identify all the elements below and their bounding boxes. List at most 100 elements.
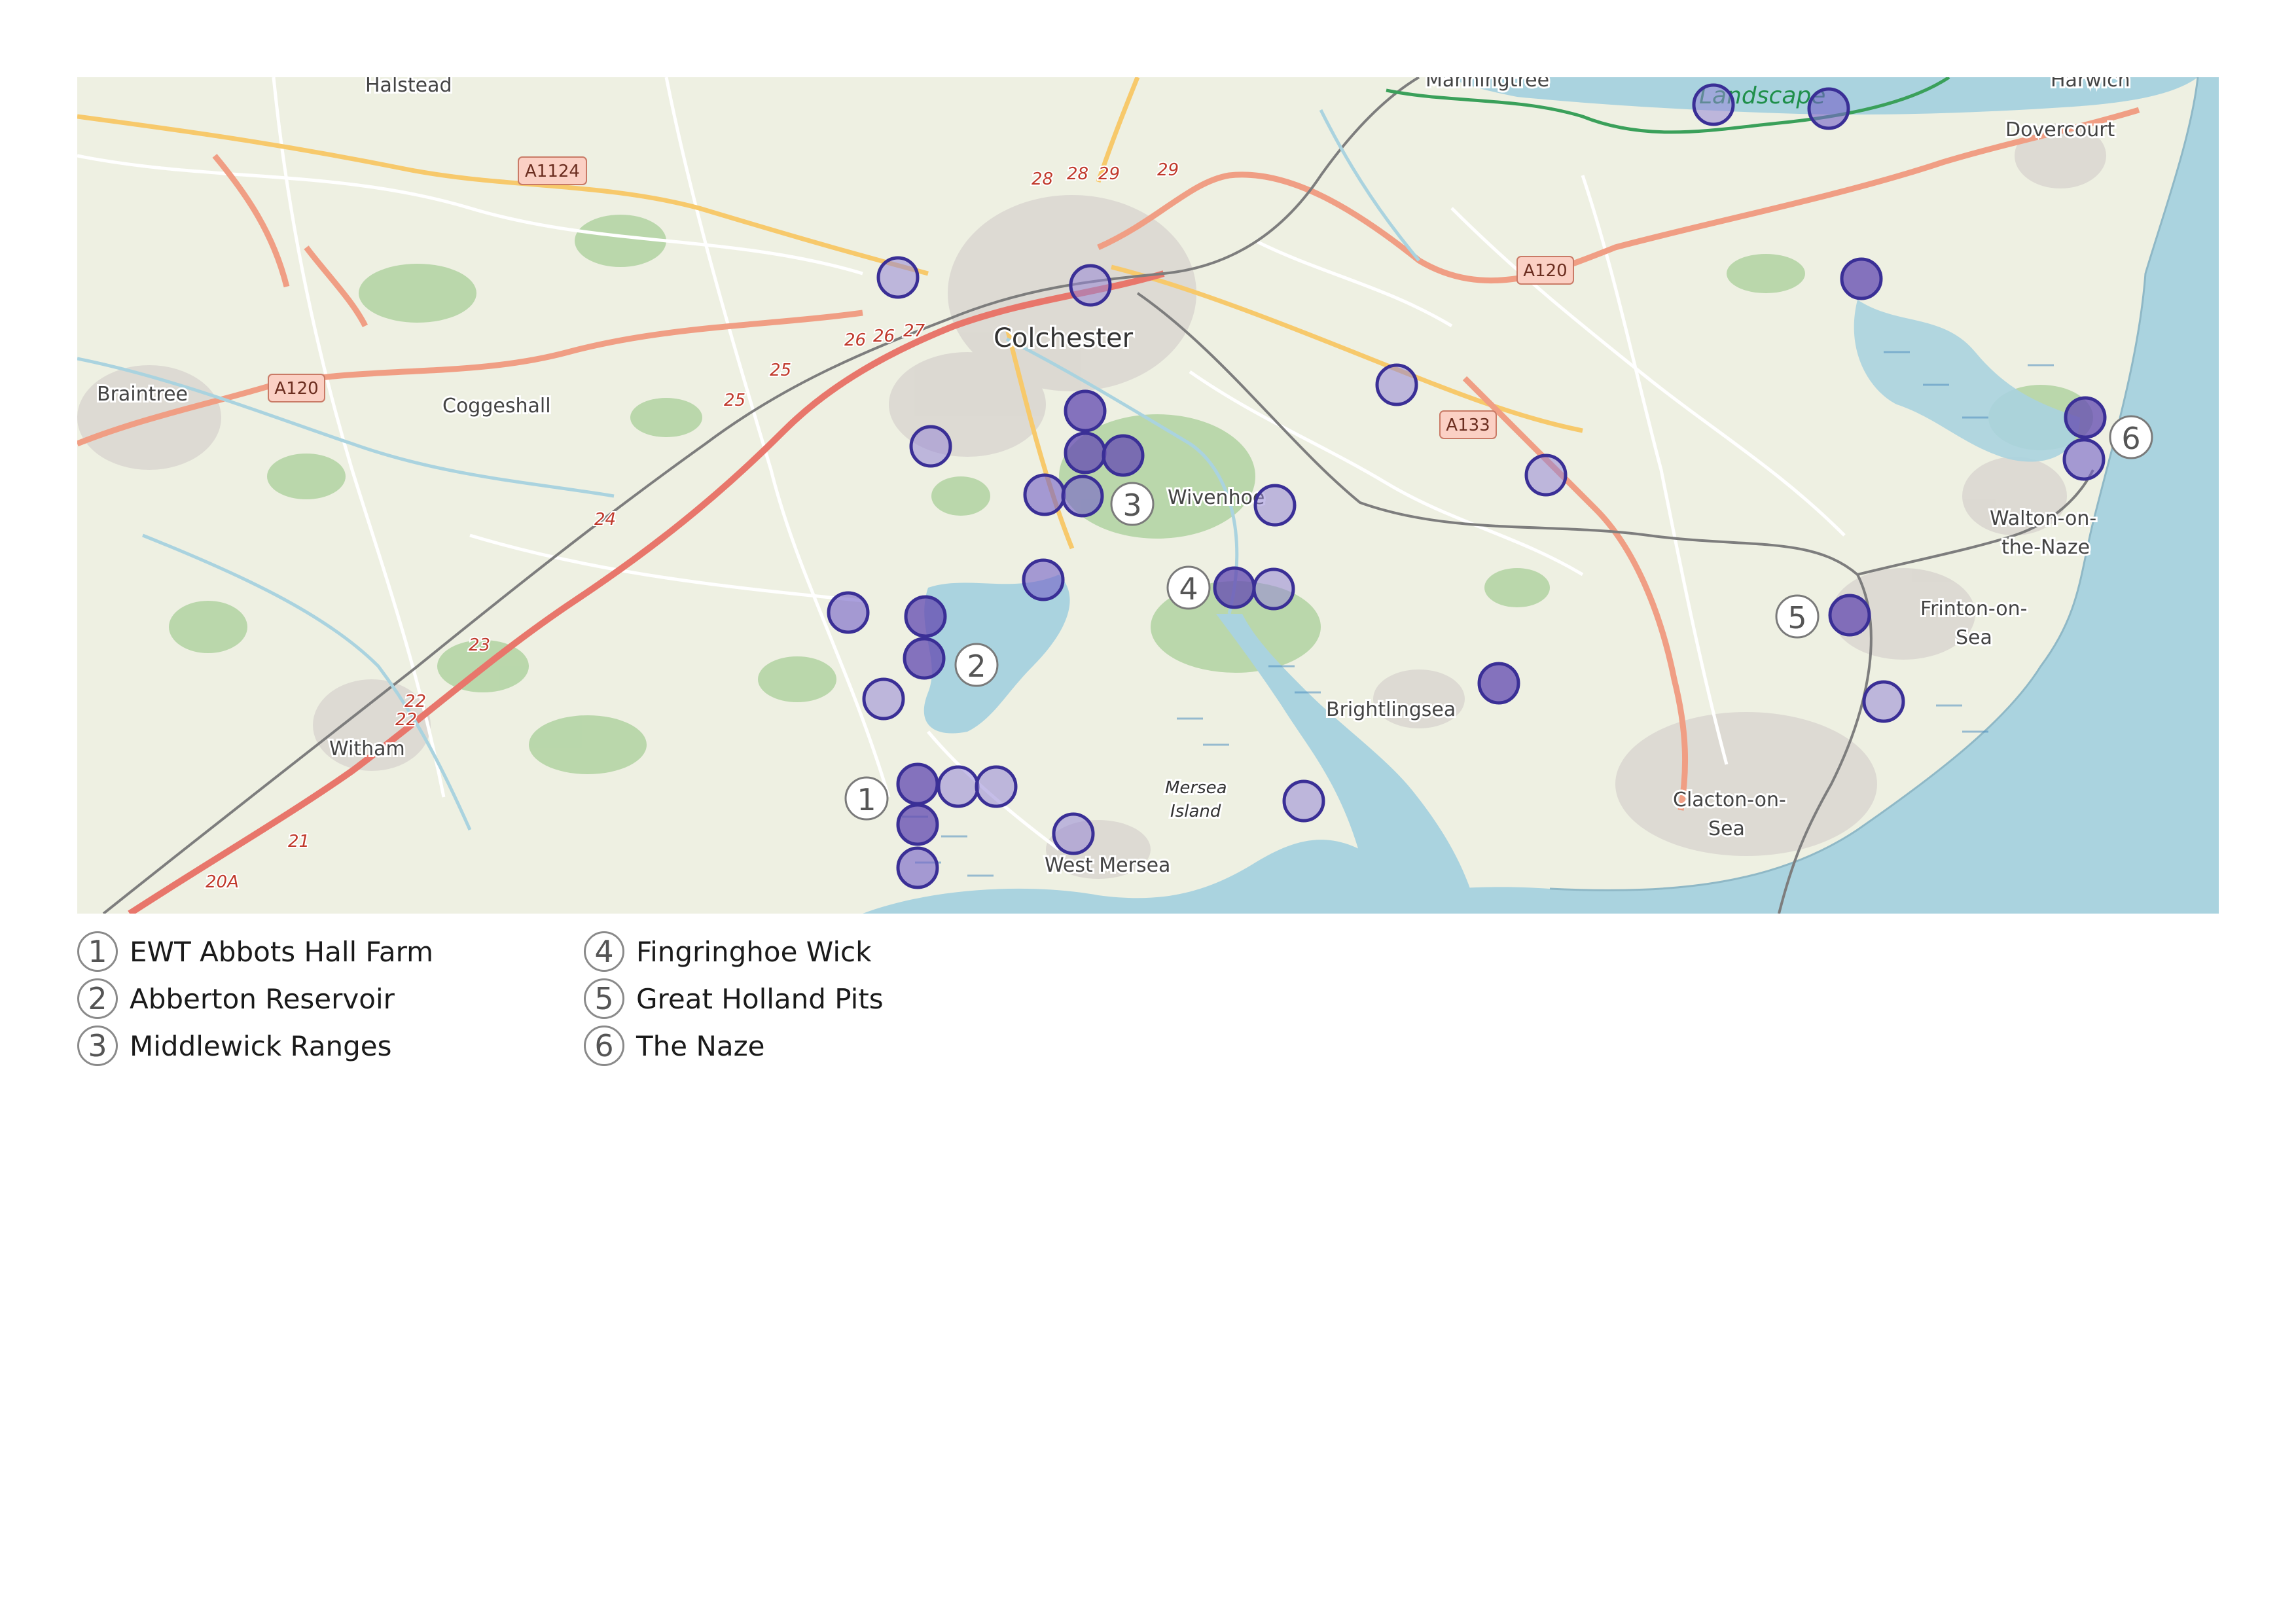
legend-item: 1 EWT Abbots Hall Farm <box>77 928 433 975</box>
legend-item: 5 Great Holland Pits <box>584 975 884 1022</box>
site-marker[interactable] <box>1375 363 1418 406</box>
site-marker[interactable] <box>1477 662 1520 705</box>
site-marker[interactable] <box>1061 474 1104 518</box>
junction-label: 27 <box>903 321 925 341</box>
site-marker[interactable] <box>1282 779 1325 823</box>
junction-label: 25 <box>724 391 745 410</box>
junction-label: 24 <box>594 510 616 529</box>
place-label-witham: Witham <box>329 738 405 760</box>
site-marker[interactable] <box>1524 454 1568 497</box>
legend-number: 4 <box>584 931 624 972</box>
place-label-frinton-sea: Sea <box>1956 626 1992 649</box>
junction-label: 23 <box>469 635 490 655</box>
legend-label: Great Holland Pits <box>636 982 884 1015</box>
place-label-west-mersea: West Mersea <box>1045 854 1170 877</box>
legend-column-left: 1 EWT Abbots Hall Farm 2 Abberton Reserv… <box>77 928 433 1069</box>
site-marker[interactable] <box>909 425 952 468</box>
road-shield-a1124: A1124 <box>518 156 587 185</box>
site-marker[interactable] <box>1052 812 1095 855</box>
svg-text:A1124: A1124 <box>525 162 580 181</box>
svg-text:5: 5 <box>1787 600 1806 635</box>
place-label-manningtree: Manningtree <box>1426 77 1549 92</box>
site-badge-4: 4 <box>1166 565 1211 610</box>
svg-text:A120: A120 <box>1523 261 1567 281</box>
legend-item: 3 Middlewick Ranges <box>77 1022 433 1069</box>
junction-label: 20A <box>206 872 239 892</box>
legend-item: 4 Fingringhoe Wick <box>584 928 884 975</box>
site-marker[interactable] <box>862 677 905 721</box>
junction-label: 28 <box>1031 169 1053 189</box>
site-marker[interactable] <box>1828 594 1871 637</box>
place-label-walton: Walton-on- <box>1990 507 2096 530</box>
legend-item: 2 Abberton Reservoir <box>77 975 433 1022</box>
legend-number: 1 <box>77 931 118 972</box>
junction-label: 21 <box>288 832 310 851</box>
site-marker[interactable] <box>1064 431 1107 474</box>
site-marker[interactable] <box>896 846 939 889</box>
legend-number: 6 <box>584 1026 624 1066</box>
site-marker[interactable] <box>937 765 980 808</box>
site-marker[interactable] <box>1253 484 1297 527</box>
place-label-the-naze: the-Naze <box>2001 536 2090 559</box>
site-marker[interactable] <box>1692 83 1735 126</box>
legend-number: 5 <box>584 978 624 1019</box>
junction-label: 25 <box>770 361 791 380</box>
legend-column-right: 4 Fingringhoe Wick 5 Great Holland Pits … <box>584 928 884 1069</box>
legend-label: Fingringhoe Wick <box>636 935 872 968</box>
place-label-braintree: Braintree <box>97 383 188 406</box>
site-marker[interactable] <box>1807 87 1850 130</box>
road-shield-a120-east: A120 <box>1516 256 1574 285</box>
site-marker[interactable] <box>1252 567 1295 611</box>
place-label-clacton: Clacton-on- <box>1673 789 1786 812</box>
svg-text:6: 6 <box>2121 421 2140 456</box>
place-label-colchester: Colchester <box>994 323 1134 353</box>
site-marker[interactable] <box>903 637 946 680</box>
junction-label: 22 <box>404 692 426 711</box>
site-marker[interactable] <box>1862 680 1905 723</box>
junction-label: 26 <box>873 327 895 346</box>
site-marker[interactable] <box>1022 558 1065 601</box>
site-marker[interactable] <box>1064 389 1107 433</box>
junction-label: 22 <box>395 710 417 730</box>
road-shield-a120-west: A120 <box>268 374 325 402</box>
site-marker[interactable] <box>827 591 870 634</box>
site-marker[interactable] <box>896 803 939 846</box>
junction-label: 26 <box>844 330 866 350</box>
site-marker[interactable] <box>1069 264 1112 307</box>
place-label-coggeshall: Coggeshall <box>442 395 551 418</box>
svg-text:A133: A133 <box>1446 416 1490 435</box>
place-label-frinton: Frinton-on- <box>1920 597 2027 620</box>
svg-text:2: 2 <box>967 649 986 684</box>
site-marker[interactable] <box>975 765 1018 808</box>
svg-text:A120: A120 <box>274 379 318 399</box>
svg-text:4: 4 <box>1179 571 1198 607</box>
legend-item: 6 The Naze <box>584 1022 884 1069</box>
place-label-island: Island <box>1170 802 1221 821</box>
legend-number: 2 <box>77 978 118 1019</box>
legend-number: 3 <box>77 1026 118 1066</box>
site-marker[interactable] <box>1840 257 1883 300</box>
junction-label: 29 <box>1157 160 1179 180</box>
site-badge-2: 2 <box>954 643 999 687</box>
legend: 1 EWT Abbots Hall Farm 2 Abberton Reserv… <box>77 928 994 1079</box>
site-marker[interactable] <box>2064 396 2107 439</box>
map-view[interactable]: Halstead Manningtree Harwich Dovercourt … <box>77 77 2219 914</box>
site-marker[interactable] <box>1213 566 1256 609</box>
site-marker[interactable] <box>2062 438 2106 481</box>
map-canvas: Halstead Manningtree Harwich Dovercourt … <box>77 77 2219 914</box>
svg-text:3: 3 <box>1122 488 1141 523</box>
site-marker[interactable] <box>876 256 920 299</box>
legend-label: EWT Abbots Hall Farm <box>130 935 434 968</box>
site-marker[interactable] <box>1023 473 1066 516</box>
site-marker[interactable] <box>896 762 939 806</box>
site-badge-3: 3 <box>1110 482 1155 526</box>
legend-label: Middlewick Ranges <box>130 1029 392 1062</box>
site-marker[interactable] <box>1102 434 1145 477</box>
road-shield-a133: A133 <box>1439 410 1497 439</box>
place-label-halstead: Halstead <box>365 77 452 97</box>
place-label-harwich: Harwich <box>2051 77 2130 92</box>
svg-text:1: 1 <box>857 782 876 817</box>
legend-label: The Naze <box>636 1029 765 1062</box>
junction-label: 28 <box>1067 164 1088 184</box>
site-marker[interactable] <box>904 595 947 638</box>
